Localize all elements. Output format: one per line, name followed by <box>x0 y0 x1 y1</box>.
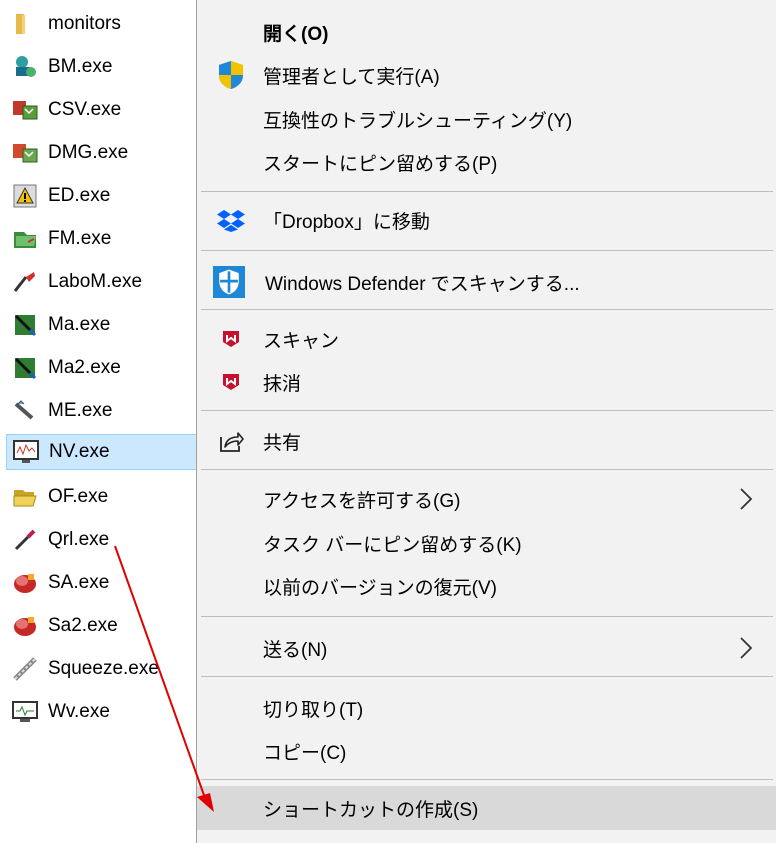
file-name: CSV.exe <box>48 99 122 120</box>
menu-separator <box>201 309 773 310</box>
app-icon-sa <box>12 570 38 596</box>
file-name: NV.exe <box>49 441 110 462</box>
menu-label-run-as-admin: 管理者として実行(A) <box>263 66 440 88</box>
app-icon-squeeze <box>12 656 38 682</box>
menu-separator <box>201 779 773 780</box>
menu-item-dropbox-move[interactable]: 「Dropbox」に移動 <box>197 200 776 240</box>
menu-item-restore-versions[interactable]: 以前のバージョンの復元(V) <box>197 566 776 606</box>
app-icon-csv <box>12 97 38 123</box>
file-name: ED.exe <box>48 185 111 206</box>
menu-separator <box>201 616 773 617</box>
mcafee-icon <box>215 366 247 398</box>
file-name: LaboM.exe <box>48 271 143 292</box>
app-icon-wv <box>12 699 38 725</box>
open-folder-icon <box>12 484 38 510</box>
chevron-right-icon <box>740 488 753 510</box>
file-name: monitors <box>48 13 121 34</box>
menu-label-mcafee-shred: 抹消 <box>263 373 302 395</box>
menu-item-pin-to-taskbar[interactable]: タスク バーにピン留めする(K) <box>197 523 776 563</box>
uac-shield-icon <box>215 59 247 91</box>
app-icon-me <box>12 398 38 424</box>
menu-item-copy[interactable]: コピー(C) <box>197 731 776 771</box>
file-name: OF.exe <box>48 486 109 507</box>
menu-label-defender: Windows Defender でスキャンする... <box>265 273 580 295</box>
menu-label-share: 共有 <box>263 432 302 454</box>
file-name: Sa2.exe <box>48 615 118 636</box>
app-icon-fm <box>12 226 38 252</box>
menu-label-mcafee-scan: スキャン <box>263 330 340 352</box>
file-name: SA.exe <box>48 572 110 593</box>
menu-separator <box>201 191 773 192</box>
file-name: ME.exe <box>48 400 113 421</box>
menu-label-restore: 以前のバージョンの復元(V) <box>263 577 497 599</box>
menu-item-give-access[interactable]: アクセスを許可する(G) <box>197 479 776 519</box>
menu-item-cut[interactable]: 切り取り(T) <box>197 688 776 728</box>
menu-separator <box>201 250 773 251</box>
app-icon-bm <box>12 54 38 80</box>
file-name: Ma2.exe <box>48 357 121 378</box>
app-icon-labom <box>12 269 38 295</box>
mcafee-icon <box>215 323 247 355</box>
menu-label-cut: 切り取り(T) <box>263 699 364 721</box>
file-name: FM.exe <box>48 228 112 249</box>
menu-separator <box>201 676 773 677</box>
menu-item-share[interactable]: 共有 <box>197 421 776 461</box>
file-name: Qrl.exe <box>48 529 110 550</box>
menu-item-mcafee-scan[interactable]: スキャン <box>197 319 776 359</box>
file-name: DMG.exe <box>48 142 129 163</box>
menu-item-open[interactable]: 開く(O) <box>197 12 776 52</box>
share-icon <box>215 425 247 457</box>
app-icon-dmg <box>12 140 38 166</box>
app-icon-ma2 <box>12 355 38 381</box>
menu-label-open: 開く(O) <box>263 23 329 45</box>
warning-app-icon <box>12 183 38 209</box>
menu-label-dropbox: 「Dropbox」に移動 <box>263 211 430 233</box>
app-icon-ma <box>12 312 38 338</box>
context-menu: 開く(O) 管理者として実行(A) 互換性のトラブルシューティング(Y) スター… <box>196 0 776 843</box>
menu-item-send-to[interactable]: 送る(N) <box>197 628 776 668</box>
defender-shield-icon <box>213 266 245 298</box>
app-icon-qrl <box>12 527 38 553</box>
menu-label-compat: 互換性のトラブルシューティング(Y) <box>263 110 573 132</box>
chevron-right-icon <box>740 637 753 659</box>
file-name: BM.exe <box>48 56 113 77</box>
menu-separator <box>201 410 773 411</box>
menu-item-compat-troubleshoot[interactable]: 互換性のトラブルシューティング(Y) <box>197 99 776 139</box>
menu-label-pin-taskbar: タスク バーにピン留めする(K) <box>263 534 522 556</box>
menu-label-copy: コピー(C) <box>263 742 347 764</box>
menu-separator <box>201 469 773 470</box>
dropbox-icon <box>215 204 247 236</box>
menu-label-give-access: アクセスを許可する(G) <box>263 490 461 512</box>
file-name: Ma.exe <box>48 314 111 335</box>
menu-label-pin-start: スタートにピン留めする(P) <box>263 153 498 175</box>
file-name: Squeeze.exe <box>48 658 159 679</box>
app-icon-sa2 <box>12 613 38 639</box>
folder-icon <box>12 11 38 37</box>
app-icon-nv <box>13 439 39 465</box>
menu-label-send-to: 送る(N) <box>263 639 328 661</box>
file-name: Wv.exe <box>48 701 110 722</box>
menu-item-create-shortcut[interactable]: ショートカットの作成(S) <box>197 786 776 830</box>
menu-item-mcafee-shred[interactable]: 抹消 <box>197 362 776 402</box>
menu-item-run-as-admin[interactable]: 管理者として実行(A) <box>197 55 776 95</box>
menu-item-defender-scan[interactable]: Windows Defender でスキャンする... <box>197 262 776 302</box>
menu-item-pin-to-start[interactable]: スタートにピン留めする(P) <box>197 142 776 182</box>
menu-label-create-shortcut: ショートカットの作成(S) <box>263 799 479 821</box>
